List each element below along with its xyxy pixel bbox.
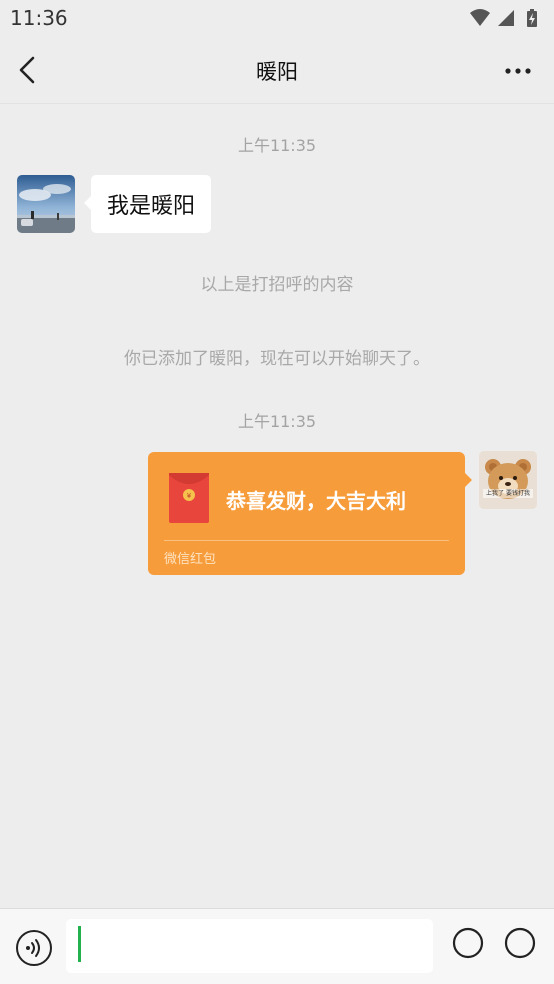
chat-header: 暖阳 [0, 36, 554, 104]
incoming-message-bubble[interactable]: 我是暖阳 [83, 175, 212, 233]
self-avatar-caption: 上我了 要钱打我 [486, 490, 530, 497]
wifi-icon [470, 9, 490, 26]
red-packet-icon: ¥ [169, 473, 209, 523]
voice-icon[interactable] [15, 929, 53, 967]
emoji-icon[interactable] [452, 927, 484, 959]
signal-icon [498, 10, 514, 26]
more-icon[interactable] [504, 66, 532, 76]
red-packet-message[interactable]: ¥ 恭喜发财，大吉大利 微信红包 [148, 452, 472, 575]
greeting-note: 以上是打招呼的内容 [200, 275, 354, 295]
message-timestamp: 上午11:35 [237, 412, 317, 431]
red-packet-footer: 微信红包 [164, 552, 217, 567]
red-packet-title: 恭喜发财，大吉大利 [226, 489, 406, 513]
friend-added-note: 你已添加了暖阳，现在可以开始聊天了。 [124, 349, 430, 369]
contact-avatar[interactable] [17, 175, 75, 233]
svg-text:¥: ¥ [187, 492, 192, 500]
message-input[interactable] [66, 919, 433, 973]
plus-icon[interactable] [504, 927, 536, 959]
status-icons [470, 9, 537, 27]
red-packet-divider [164, 540, 449, 541]
status-time: 11:36 [10, 6, 68, 30]
input-bar [0, 908, 554, 984]
self-avatar[interactable]: 上我了 要钱打我 [479, 451, 537, 509]
text-cursor [78, 926, 81, 962]
incoming-message-text: 我是暖阳 [107, 194, 196, 219]
battery-icon [527, 9, 537, 27]
message-timestamp: 上午11:35 [237, 136, 317, 155]
chat-title: 暖阳 [256, 60, 298, 84]
status-bar: 11:36 [0, 0, 554, 36]
